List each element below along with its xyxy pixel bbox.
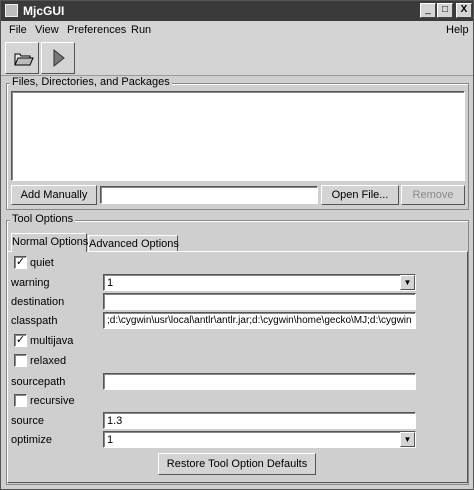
menu-view[interactable]: View [35, 24, 59, 36]
quiet-label: quiet [30, 257, 54, 269]
multijava-checkbox[interactable]: ✓ [14, 334, 27, 347]
multijava-label: multijava [30, 335, 74, 347]
folder-icon [14, 53, 34, 66]
classpath-input[interactable]: ;d:\cygwin\usr\local\antlr\antlr.jar;d:\… [103, 312, 416, 329]
title-bar[interactable]: MjcGUI _ □ X [1, 1, 473, 21]
menu-run[interactable]: Run [131, 24, 151, 36]
menu-help[interactable]: Help [446, 24, 469, 36]
play-icon [53, 48, 65, 68]
optimize-value: 1 [107, 434, 114, 446]
warning-label: warning [11, 277, 50, 289]
source-input[interactable]: 1.3 [103, 412, 416, 429]
app-icon [5, 4, 18, 17]
app-window: MjcGUI _ □ X File View Preferences Run H… [0, 0, 474, 490]
maximize-button[interactable]: □ [437, 3, 453, 18]
optimize-label: optimize [11, 434, 52, 446]
files-list[interactable] [11, 91, 465, 181]
menu-file[interactable]: File [9, 24, 27, 36]
warning-select[interactable]: 1 ▼ [103, 274, 416, 291]
restore-defaults-button[interactable]: Restore Tool Option Defaults [158, 453, 316, 475]
tool-options-title: Tool Options [10, 213, 76, 225]
relaxed-label: relaxed [30, 355, 67, 367]
tab-advanced-options[interactable]: Advanced Options [88, 235, 179, 252]
relaxed-checkbox[interactable] [14, 354, 27, 367]
menu-preferences[interactable]: Preferences [67, 24, 126, 36]
chevron-down-icon[interactable]: ▼ [400, 432, 415, 447]
path-input[interactable] [100, 186, 318, 204]
destination-input[interactable] [103, 293, 416, 310]
warning-value: 1 [107, 277, 114, 289]
open-folder-button[interactable] [5, 42, 39, 74]
close-button[interactable]: X [456, 3, 472, 18]
quiet-checkbox[interactable]: ✓ [14, 256, 27, 269]
open-file-button[interactable]: Open File... [321, 185, 399, 205]
minimize-button[interactable]: _ [420, 3, 436, 18]
remove-button[interactable]: Remove [401, 185, 465, 205]
run-button[interactable] [41, 42, 75, 74]
menu-bar: File View Preferences Run Help [1, 21, 473, 40]
classpath-label: classpath [11, 315, 58, 327]
chevron-down-icon[interactable]: ▼ [400, 275, 415, 290]
files-group-title: Files, Directories, and Packages [10, 76, 172, 88]
toolbar [1, 40, 473, 76]
source-label: source [11, 415, 45, 427]
tab-normal-options[interactable]: Normal Options [11, 233, 88, 252]
optimize-select[interactable]: 1 ▼ [103, 431, 416, 448]
sourcepath-label: sourcepath [11, 376, 66, 388]
sourcepath-input[interactable] [103, 373, 416, 390]
window-title: MjcGUI [23, 4, 65, 18]
recursive-checkbox[interactable] [14, 394, 27, 407]
destination-label: destination [11, 296, 65, 308]
recursive-label: recursive [30, 395, 75, 407]
add-manually-button[interactable]: Add Manually [11, 185, 97, 205]
